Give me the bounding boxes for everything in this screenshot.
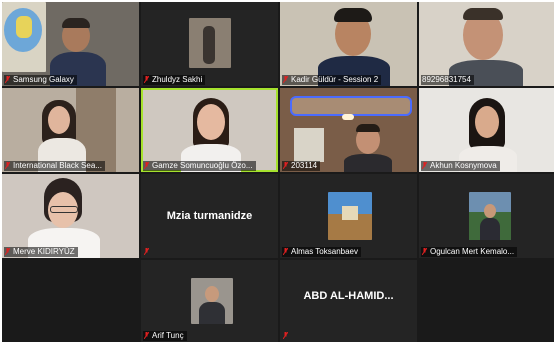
profile-picture bbox=[469, 192, 511, 240]
profile-head bbox=[205, 286, 219, 302]
participant-label: 203114 bbox=[282, 161, 321, 171]
participant-hair bbox=[356, 124, 380, 132]
video-gallery: Samsung Galaxy Zhuldyz Sakhi Kadir Güldü… bbox=[2, 2, 554, 342]
participant-label: 89296831754 bbox=[421, 75, 474, 85]
muted-mic-icon bbox=[5, 76, 10, 83]
participant-label: Kadir Güldür - Session 2 bbox=[282, 75, 382, 85]
participant-name: Arif Tunç bbox=[152, 331, 184, 340]
participant-name: Gamze Somuncuoğlu Özo... bbox=[152, 161, 253, 170]
participant-name: 89296831754 bbox=[422, 75, 471, 84]
muted-mic-icon bbox=[283, 162, 288, 169]
participant-label: International Black Sea... bbox=[4, 161, 105, 171]
video-tile-89296831754[interactable]: 89296831754 bbox=[419, 2, 554, 86]
profile-body bbox=[199, 302, 225, 324]
video-tile-akhun-kosnymova[interactable]: Akhun Kosnymova bbox=[419, 88, 554, 172]
participant-body bbox=[344, 154, 392, 172]
empty-tile-right bbox=[419, 260, 554, 342]
profile-figure bbox=[203, 26, 215, 64]
participant-name: International Black Sea... bbox=[13, 161, 102, 170]
video-tile-international-black-sea[interactable]: International Black Sea... bbox=[2, 88, 139, 172]
participant-label: Almas Toksanbaev bbox=[282, 247, 361, 257]
muted-mic-icon bbox=[5, 248, 10, 255]
participant-face bbox=[475, 106, 499, 138]
participant-face bbox=[197, 104, 225, 140]
participant-label: Gamze Somuncuoğlu Özo... bbox=[143, 161, 256, 171]
video-tile-samsung-galaxy[interactable]: Samsung Galaxy bbox=[2, 2, 139, 86]
participant-name: Kadir Güldür - Session 2 bbox=[291, 75, 379, 84]
participant-name: 203114 bbox=[291, 161, 318, 170]
participant-hair bbox=[62, 18, 90, 28]
participant-name: Ogulcan Mert Kemalo... bbox=[430, 247, 515, 256]
video-tile-merve-kidiryuz[interactable]: Merve KIDIRYÜZ bbox=[2, 174, 139, 258]
ceiling-light bbox=[290, 96, 412, 116]
muted-mic-icon bbox=[283, 332, 288, 339]
video-tile-kadir-guldur[interactable]: Kadir Güldür - Session 2 bbox=[280, 2, 417, 86]
video-tile-abd-al-hamid[interactable]: ABD AL-HAMID... bbox=[280, 260, 417, 342]
participant-label: Ogulcan Mert Kemalo... bbox=[421, 247, 518, 257]
profile-picture bbox=[191, 278, 233, 324]
participant-label: Zhuldyz Sakhi bbox=[143, 75, 206, 85]
map-background bbox=[2, 2, 46, 72]
muted-mic-icon bbox=[283, 76, 288, 83]
participant-name: Zhuldyz Sakhi bbox=[152, 75, 203, 84]
muted-mic-icon bbox=[144, 162, 149, 169]
profile-picture bbox=[328, 192, 372, 240]
muted-mic-icon bbox=[144, 332, 149, 339]
profile-building bbox=[342, 206, 358, 220]
muted-mic-icon bbox=[144, 248, 149, 255]
participant-name: Almas Toksanbaev bbox=[291, 247, 358, 256]
globe-land bbox=[16, 16, 32, 38]
participant-label: Merve KIDIRYÜZ bbox=[4, 247, 78, 257]
participant-label bbox=[282, 331, 294, 341]
video-tile-almas-toksanbaev[interactable]: Almas Toksanbaev bbox=[280, 174, 417, 258]
video-tile-203114[interactable]: 203114 bbox=[280, 88, 417, 172]
muted-mic-icon bbox=[283, 248, 288, 255]
muted-mic-icon bbox=[5, 162, 10, 169]
participant-label: Akhun Kosnymova bbox=[421, 161, 500, 171]
participant-name: Akhun Kosnymova bbox=[430, 161, 497, 170]
ceiling-lamp bbox=[342, 114, 354, 120]
video-tile-mzia-turmanidze[interactable]: Mzia turmanidze bbox=[141, 174, 278, 258]
profile-head bbox=[484, 204, 496, 218]
participant-label: Samsung Galaxy bbox=[4, 75, 77, 85]
muted-mic-icon bbox=[422, 248, 427, 255]
profile-picture bbox=[189, 18, 231, 68]
glasses bbox=[50, 206, 78, 213]
video-tile-zhuldyz-sakhi[interactable]: Zhuldyz Sakhi bbox=[141, 2, 278, 86]
participant-name: Samsung Galaxy bbox=[13, 75, 74, 84]
window bbox=[294, 128, 324, 162]
participant-display-name: Mzia turmanidze bbox=[166, 210, 253, 222]
video-tile-ogulcan-mert[interactable]: Ogulcan Mert Kemalo... bbox=[419, 174, 554, 258]
participant-label bbox=[143, 247, 155, 257]
empty-tile-left bbox=[2, 260, 139, 342]
video-tile-gamze-somuncuoglu[interactable]: Gamze Somuncuoğlu Özo... bbox=[141, 88, 278, 172]
participant-name: Merve KIDIRYÜZ bbox=[13, 247, 75, 256]
muted-mic-icon bbox=[144, 76, 149, 83]
muted-mic-icon bbox=[422, 162, 427, 169]
video-tile-arif-tunc[interactable]: Arif Tunç bbox=[141, 260, 278, 342]
profile-body bbox=[480, 218, 500, 240]
participant-hair bbox=[463, 8, 503, 20]
participant-display-name: ABD AL-HAMID... bbox=[303, 290, 394, 303]
participant-label: Arif Tunç bbox=[143, 331, 187, 341]
participant-face bbox=[48, 106, 70, 134]
participant-hair bbox=[334, 8, 372, 22]
